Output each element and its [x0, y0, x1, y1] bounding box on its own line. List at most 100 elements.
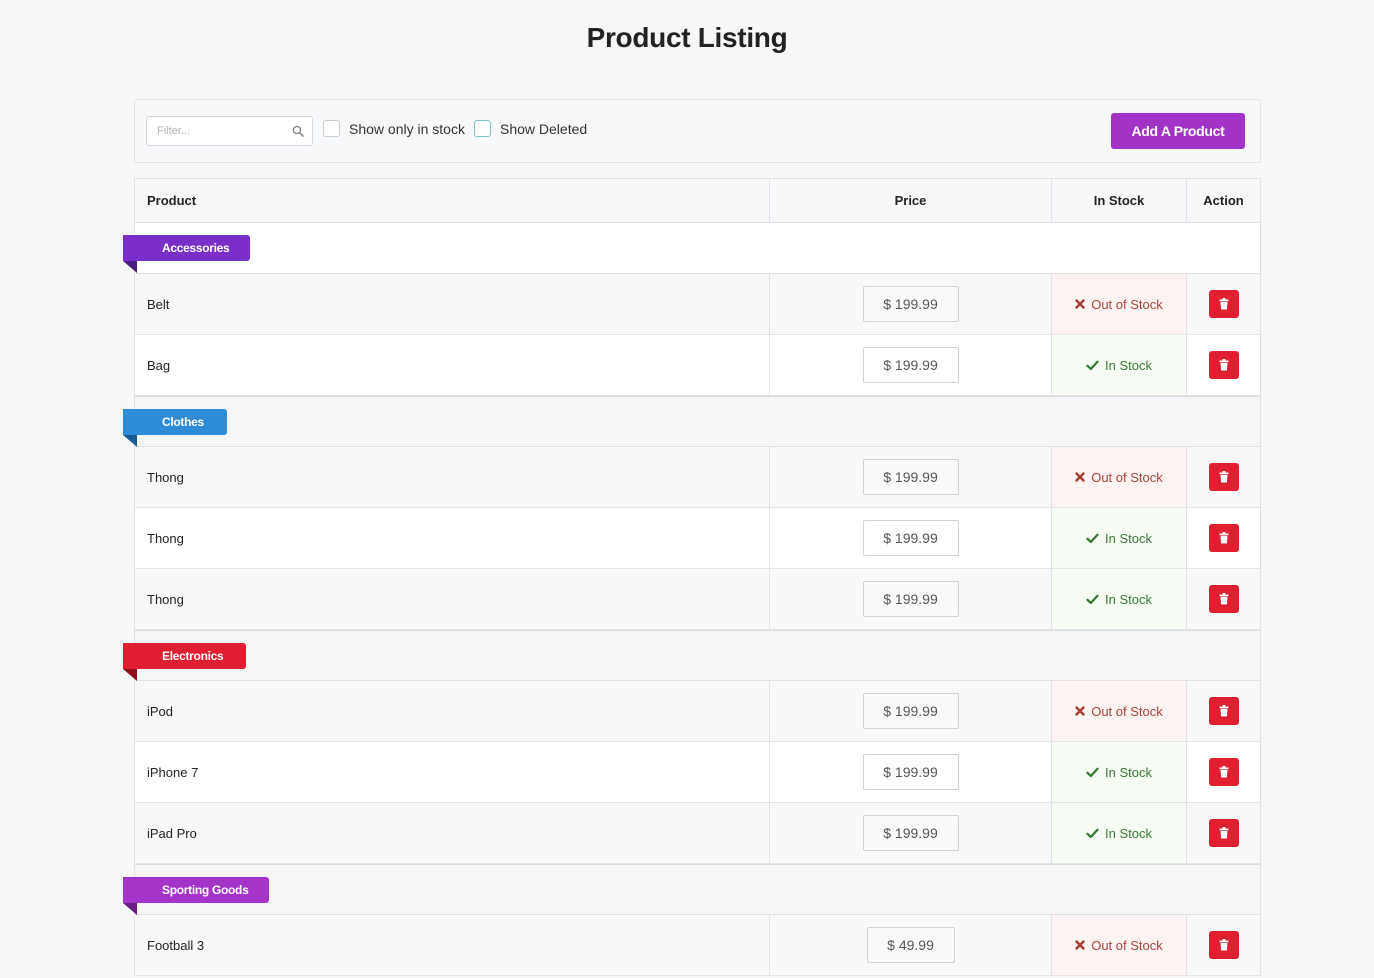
price-field[interactable]: $ 199.99 — [862, 754, 959, 790]
delete-button[interactable] — [1208, 758, 1239, 786]
check-icon — [1086, 360, 1099, 371]
table-row: Thong $ 199.99 In Stock — [135, 508, 1260, 569]
page-title: Product Listing — [586, 22, 788, 53]
trash-icon — [1219, 359, 1228, 371]
column-header-action: Action — [1186, 179, 1260, 222]
stock-label: In Stock — [1105, 591, 1152, 607]
action-cell — [1186, 742, 1260, 802]
toolbar: Show only in stock Show Deleted Add A Pr… — [134, 99, 1261, 163]
action-cell — [1186, 508, 1260, 568]
price-field[interactable]: $ 199.99 — [862, 693, 959, 729]
x-mark-icon — [1075, 472, 1085, 482]
stock-status: In Stock — [1051, 742, 1186, 802]
column-header-price[interactable]: Price — [769, 179, 1051, 222]
category-label: Electronics — [162, 649, 224, 663]
trash-icon — [1219, 298, 1228, 310]
delete-button[interactable] — [1208, 697, 1239, 725]
delete-button[interactable] — [1208, 931, 1239, 959]
delete-button[interactable] — [1208, 819, 1239, 847]
check-icon — [1086, 767, 1099, 778]
show-in-stock-label: Show only in stock — [349, 120, 465, 137]
action-cell — [1186, 803, 1260, 863]
price-cell: $ 49.99 — [769, 915, 1051, 975]
price-cell: $ 199.99 — [769, 681, 1051, 741]
price-cell: $ 199.99 — [769, 803, 1051, 863]
table-row: iPod $ 199.99 Out of Stock — [135, 681, 1260, 742]
check-icon — [1086, 594, 1099, 605]
add-product-button[interactable]: Add A Product — [1111, 113, 1245, 149]
category-label: Accessories — [162, 241, 230, 255]
price-cell: $ 199.99 — [769, 569, 1051, 629]
price-field[interactable]: $ 199.99 — [862, 815, 959, 851]
category-row: Clothes — [123, 396, 1260, 447]
price-field[interactable]: $ 199.99 — [862, 347, 959, 383]
show-in-stock-option[interactable]: Show only in stock — [323, 120, 465, 137]
price-field[interactable]: $ 199.99 — [862, 581, 959, 617]
filter-field[interactable] — [146, 116, 313, 146]
search-icon — [292, 125, 304, 137]
trash-icon — [1219, 705, 1228, 717]
product-name: Bag — [147, 357, 171, 373]
product-name: iPod — [147, 703, 174, 719]
stock-label: In Stock — [1105, 825, 1152, 841]
stock-status: Out of Stock — [1051, 681, 1186, 741]
table-row: iPad Pro $ 199.99 In Stock — [135, 803, 1260, 864]
stock-label: Out of Stock — [1091, 469, 1163, 485]
product-table: Product Price In Stock Action Accessorie… — [123, 178, 1261, 976]
delete-button[interactable] — [1208, 585, 1239, 613]
stock-status: In Stock — [1051, 569, 1186, 629]
stock-label: Out of Stock — [1091, 296, 1163, 312]
ribbon-fold — [123, 435, 137, 447]
stock-status: In Stock — [1051, 508, 1186, 568]
category-label: Sporting Goods — [162, 883, 249, 897]
price-field[interactable]: $ 49.99 — [866, 927, 955, 963]
action-cell — [1186, 447, 1260, 507]
category-ribbon: Accessories — [123, 235, 250, 273]
stock-label: In Stock — [1105, 764, 1152, 780]
product-name: iPad Pro — [147, 825, 197, 841]
trash-icon — [1219, 532, 1228, 544]
stock-label: In Stock — [1105, 357, 1152, 373]
category-row: Sporting Goods — [123, 864, 1260, 915]
delete-button[interactable] — [1208, 463, 1239, 491]
table-row: Thong $ 199.99 Out of Stock — [135, 447, 1260, 508]
show-deleted-checkbox[interactable] — [474, 120, 491, 137]
trash-icon — [1219, 827, 1228, 839]
price-cell: $ 199.99 — [769, 508, 1051, 568]
column-header-stock[interactable]: In Stock — [1051, 179, 1186, 222]
product-name: Thong — [147, 530, 184, 546]
category-ribbon: Electronics — [123, 643, 246, 681]
delete-button[interactable] — [1208, 524, 1239, 552]
table-row: Bag $ 199.99 In Stock — [135, 335, 1260, 396]
product-name: Thong — [147, 591, 184, 607]
price-field[interactable]: $ 199.99 — [862, 520, 959, 556]
action-cell — [1186, 681, 1260, 741]
price-cell: $ 199.99 — [769, 447, 1051, 507]
product-name: Thong — [147, 469, 184, 485]
x-mark-icon — [1075, 299, 1085, 309]
action-cell — [1186, 569, 1260, 629]
action-cell — [1186, 915, 1260, 975]
delete-button[interactable] — [1208, 290, 1239, 318]
stock-status: Out of Stock — [1051, 915, 1186, 975]
stock-label: Out of Stock — [1091, 703, 1163, 719]
filter-input[interactable] — [147, 117, 312, 145]
trash-icon — [1219, 471, 1228, 483]
delete-button[interactable] — [1208, 351, 1239, 379]
price-field[interactable]: $ 199.99 — [862, 286, 959, 322]
x-mark-icon — [1075, 706, 1085, 716]
product-name: iPhone 7 — [147, 764, 199, 780]
price-field[interactable]: $ 199.99 — [862, 459, 959, 495]
price-cell: $ 199.99 — [769, 274, 1051, 334]
ribbon-fold — [123, 261, 137, 273]
trash-icon — [1219, 766, 1228, 778]
stock-label: Out of Stock — [1091, 937, 1163, 953]
show-deleted-label: Show Deleted — [500, 120, 588, 137]
column-header-product[interactable]: Product — [135, 179, 769, 222]
price-cell: $ 199.99 — [769, 335, 1051, 395]
show-deleted-option[interactable]: Show Deleted — [474, 120, 587, 137]
table-row: Football 3 $ 49.99 Out of Stock — [135, 915, 1260, 976]
show-in-stock-checkbox[interactable] — [323, 120, 340, 137]
table-body: Accessories Belt $ 199.99 Out of Stock Bag $ … — [123, 223, 1260, 976]
category-row: Electronics — [123, 630, 1260, 681]
